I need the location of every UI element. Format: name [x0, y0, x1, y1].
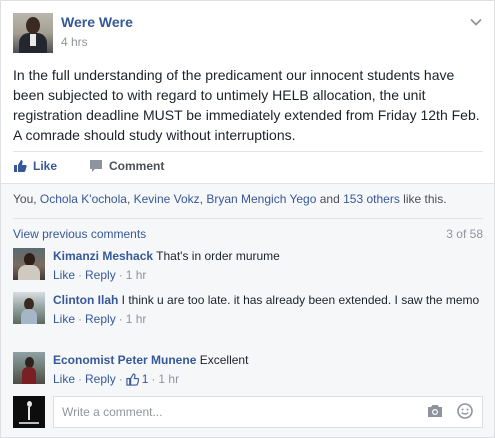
commenter-avatar[interactable] [13, 292, 45, 324]
reply-icons [427, 403, 473, 419]
author-name[interactable]: Were Were [61, 14, 133, 30]
comment-text: I think u are too late. it has already b… [121, 293, 480, 307]
comment-like-link[interactable]: Like [53, 371, 75, 387]
commenter-name[interactable]: Kimanzi Meshack [53, 249, 153, 263]
comment-reply-link[interactable]: Reply [85, 311, 116, 327]
like-count-value: 1 [141, 372, 149, 386]
likes-others-link[interactable]: 153 others [343, 192, 400, 206]
liker-name[interactable]: Kevine Vokz [134, 192, 200, 206]
chevron-down-icon[interactable] [469, 15, 483, 29]
thumbs-up-icon [14, 160, 27, 172]
reply-box: Write a comment... [13, 396, 483, 428]
commenter-avatar[interactable] [13, 352, 45, 384]
comment-input[interactable]: Write a comment... [53, 396, 483, 428]
comment-meta: Like · Reply · 1 · 1 hr [53, 371, 180, 387]
comment-body: Kimanzi Meshack That's in order murume L… [53, 248, 483, 283]
likes-summary: You, Ochola K'ochola, Kevine Vokz, Bryan… [13, 192, 447, 206]
post-card: Were Were 4 hrs In the full understandin… [0, 0, 495, 438]
liker-name[interactable]: Bryan Mengich Yego [206, 192, 316, 206]
comment-meta: Like · Reply · 1 hr [53, 267, 147, 283]
comment-icon [90, 160, 102, 172]
comment-reply-link[interactable]: Reply [85, 371, 116, 387]
comments-count: 3 of 58 [446, 227, 483, 241]
likes-prefix: You, [13, 192, 40, 206]
emoji-icon[interactable] [457, 403, 473, 419]
camera-icon[interactable] [427, 403, 443, 419]
comment-like-link[interactable]: Like [53, 311, 75, 327]
comment-body: Clinton Ilah I think u are too late. it … [53, 292, 483, 327]
comment-button[interactable]: Comment [89, 159, 164, 173]
post-time[interactable]: 4 hrs [61, 35, 88, 49]
comment-label: Comment [109, 159, 165, 173]
comment-time[interactable]: 1 hr [126, 267, 147, 283]
likes-and: and [316, 192, 344, 206]
thumbs-up-icon [126, 372, 139, 386]
author-avatar[interactable] [13, 13, 53, 53]
commenter-name[interactable]: Clinton Ilah [53, 293, 118, 307]
comment-reply-link[interactable]: Reply [85, 267, 116, 283]
view-previous-comments[interactable]: View previous comments [13, 227, 146, 241]
commenter-avatar[interactable] [13, 248, 45, 280]
likes-separator: , [126, 192, 134, 206]
comments-section: You, Ochola K'ochola, Kevine Vokz, Bryan… [1, 183, 494, 437]
post-header: Were Were 4 hrs [13, 13, 483, 53]
post-actions: Like Comment [13, 151, 483, 183]
comment-time[interactable]: 1 hr [126, 311, 147, 327]
comment-text: Excellent [199, 353, 249, 367]
commenter-name[interactable]: Economist Peter Munene [53, 353, 196, 367]
current-user-avatar [13, 396, 45, 428]
comment-meta: Like · Reply · 1 hr [53, 311, 147, 327]
like-button[interactable]: Like [13, 159, 57, 173]
like-label: Like [33, 159, 58, 173]
comment-body: Economist Peter Munene Excellent Like · R… [53, 352, 483, 387]
comment-like-link[interactable]: Like [53, 267, 75, 283]
comment-time[interactable]: 1 hr [158, 371, 179, 387]
post-text: In the full understanding of the predica… [13, 67, 480, 143]
liker-name[interactable]: Ochola K'ochola [40, 192, 127, 206]
comment-text: That's in order murume [156, 249, 280, 263]
likes-suffix: like this. [399, 192, 447, 206]
divider [13, 218, 483, 219]
comment-like-count[interactable]: 1 [126, 371, 149, 387]
